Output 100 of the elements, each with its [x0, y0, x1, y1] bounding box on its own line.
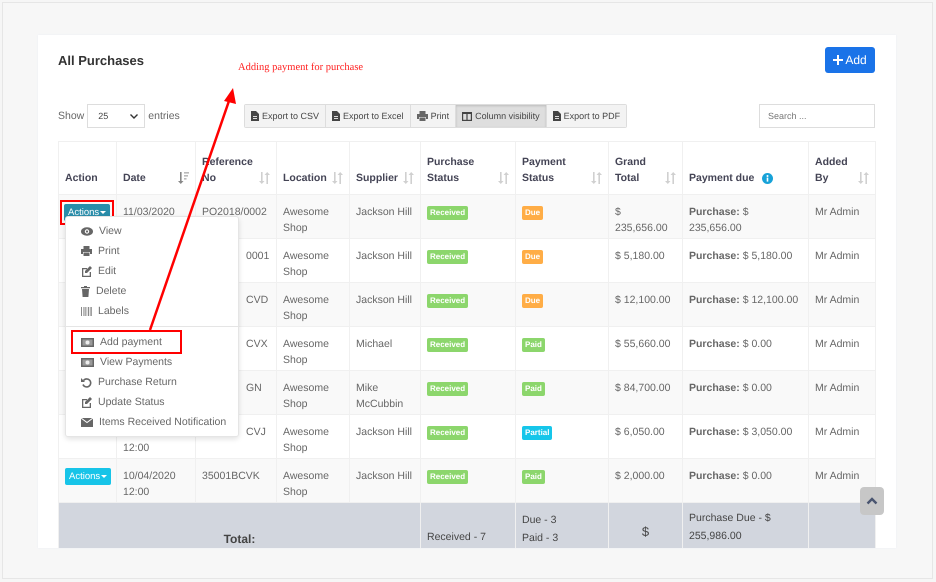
print-icon: [81, 246, 92, 256]
columns-icon: [462, 112, 472, 120]
column-header[interactable]: Location: [276, 142, 350, 194]
sort-icon[interactable]: [665, 172, 676, 184]
toolbar-button[interactable]: Export to PDF: [546, 105, 626, 127]
table-cell: Jackson Hill: [356, 250, 412, 262]
edit-icon: [81, 396, 92, 408]
undo-icon: [81, 376, 92, 388]
table-cell: Purchase: $ 0.00: [689, 338, 772, 350]
table-cell: Purchase: $ 3,050.00: [689, 426, 792, 438]
sort-icon[interactable]: [591, 172, 602, 184]
table-cell: 35001BCVK: [202, 470, 260, 482]
plus-icon: [833, 55, 844, 65]
sort-icon[interactable]: [332, 172, 343, 184]
annotation-text: Adding payment for purchase: [238, 62, 364, 73]
table-cell: Mr Admin: [815, 426, 860, 438]
entries-select[interactable]: 25: [87, 104, 146, 128]
menu-item[interactable]: Delete: [66, 281, 126, 301]
status-label: Received: [427, 426, 468, 440]
show-label: Show: [58, 110, 84, 122]
table-cell: Mr Admin: [815, 382, 860, 394]
table-cell: Jackson Hill: [356, 426, 412, 438]
status-label: Due: [522, 250, 544, 264]
status-label: Received: [427, 338, 468, 352]
table-cell: GN: [246, 382, 262, 394]
table-cell: Mr Admin: [815, 294, 860, 306]
menu-item[interactable]: Labels: [66, 301, 129, 321]
column-header[interactable]: Grand Total: [608, 142, 682, 194]
table-cell: PO2018/0002: [202, 206, 267, 218]
column-header[interactable]: Purchase Status: [420, 142, 516, 194]
page-title: All Purchases: [58, 52, 144, 68]
status-label: Received: [427, 470, 468, 484]
table-cell: Purchase: $ 5,180.00: [689, 250, 792, 262]
table-cell: Mike McCubbin: [356, 382, 404, 410]
add-button[interactable]: Add: [825, 47, 875, 73]
sort-icon[interactable]: [858, 172, 869, 184]
table-cell: Jackson Hill: [356, 206, 412, 218]
toolbar-button[interactable]: Export to CSV: [245, 105, 326, 127]
barcode-icon: [81, 306, 92, 316]
search-field[interactable]: Search ...: [759, 104, 875, 128]
column-header[interactable]: Added By: [808, 142, 876, 194]
table-cell: 11/03/2020: [123, 206, 175, 218]
edit-icon: [81, 266, 92, 276]
sort-icon[interactable]: [259, 172, 270, 184]
caret-icon: [101, 475, 108, 478]
total-cell-text: Received - 7: [427, 530, 487, 544]
status-label: Received: [427, 250, 468, 264]
scroll-top-button[interactable]: [860, 487, 884, 515]
status-label: Received: [427, 206, 468, 220]
envelope-icon: [81, 418, 93, 426]
status-label: Paid: [522, 382, 545, 396]
info-icon[interactable]: [762, 173, 774, 184]
print-icon: [416, 111, 428, 121]
table-cell: $ 55,660.00: [615, 338, 670, 350]
table-cell: 10/04/2020 12:00: [123, 470, 176, 498]
table-cell: Jackson Hill: [356, 294, 412, 306]
sort-descending-icon[interactable]: [178, 172, 189, 184]
table-cell: Michael: [356, 338, 392, 350]
chevron-down-icon: [130, 114, 138, 118]
status-label: Partial: [522, 426, 552, 440]
eye-icon: [81, 226, 93, 236]
table-cell: Purchase: $ 235,656.00: [689, 206, 749, 234]
table-cell: Awesome Shop: [283, 470, 329, 498]
status-label: Paid: [522, 470, 545, 484]
menu-item[interactable]: View: [66, 221, 122, 241]
table-cell: $ 84,700.00: [615, 382, 670, 394]
menu-item[interactable]: View Payments: [66, 352, 172, 372]
table-cell: Purchase: $ 0.00: [689, 470, 772, 482]
table-cell: CVX: [246, 338, 268, 350]
sort-icon[interactable]: [498, 172, 509, 184]
table-cell: Awesome Shop: [283, 294, 329, 322]
menu-item[interactable]: Purchase Return: [66, 372, 177, 392]
status-label: Received: [427, 294, 468, 308]
table-cell: Awesome Shop: [283, 338, 329, 366]
sort-icon[interactable]: [403, 172, 414, 184]
toolbar-button[interactable]: Export to Excel: [326, 105, 411, 127]
table-cell: Mr Admin: [815, 250, 860, 262]
menu-item[interactable]: Add payment: [73, 332, 180, 352]
menu-item[interactable]: Items Received Notification: [66, 412, 226, 432]
table-cell: $ 5,180.00: [615, 250, 665, 262]
table-cell: Mr Admin: [815, 470, 860, 482]
table-cell: $ 12,100.00: [615, 294, 670, 306]
status-label: Due: [522, 294, 544, 308]
menu-item[interactable]: Print: [66, 241, 120, 261]
column-header[interactable]: Payment Status: [516, 142, 608, 194]
table-cell: $ 6,050.00: [615, 426, 665, 438]
table-cell: CVJ: [246, 426, 266, 438]
column-header[interactable]: Supplier: [350, 142, 420, 194]
table-cell: Mr Admin: [815, 338, 860, 350]
total-cell: $: [642, 524, 650, 539]
trash-icon: [81, 286, 90, 296]
menu-item[interactable]: Update Status: [66, 392, 165, 412]
total-cell-text: Paid - 3: [522, 531, 560, 546]
table-cell: $ 235,656.00: [615, 206, 668, 234]
status-label: Paid: [522, 338, 545, 352]
toolbar-button[interactable]: Column visibility: [456, 105, 547, 127]
total-label: Total:: [224, 532, 256, 546]
toolbar-button[interactable]: Print: [410, 105, 456, 127]
column-header[interactable]: Action: [58, 142, 116, 194]
table-cell: CVD: [246, 294, 268, 306]
